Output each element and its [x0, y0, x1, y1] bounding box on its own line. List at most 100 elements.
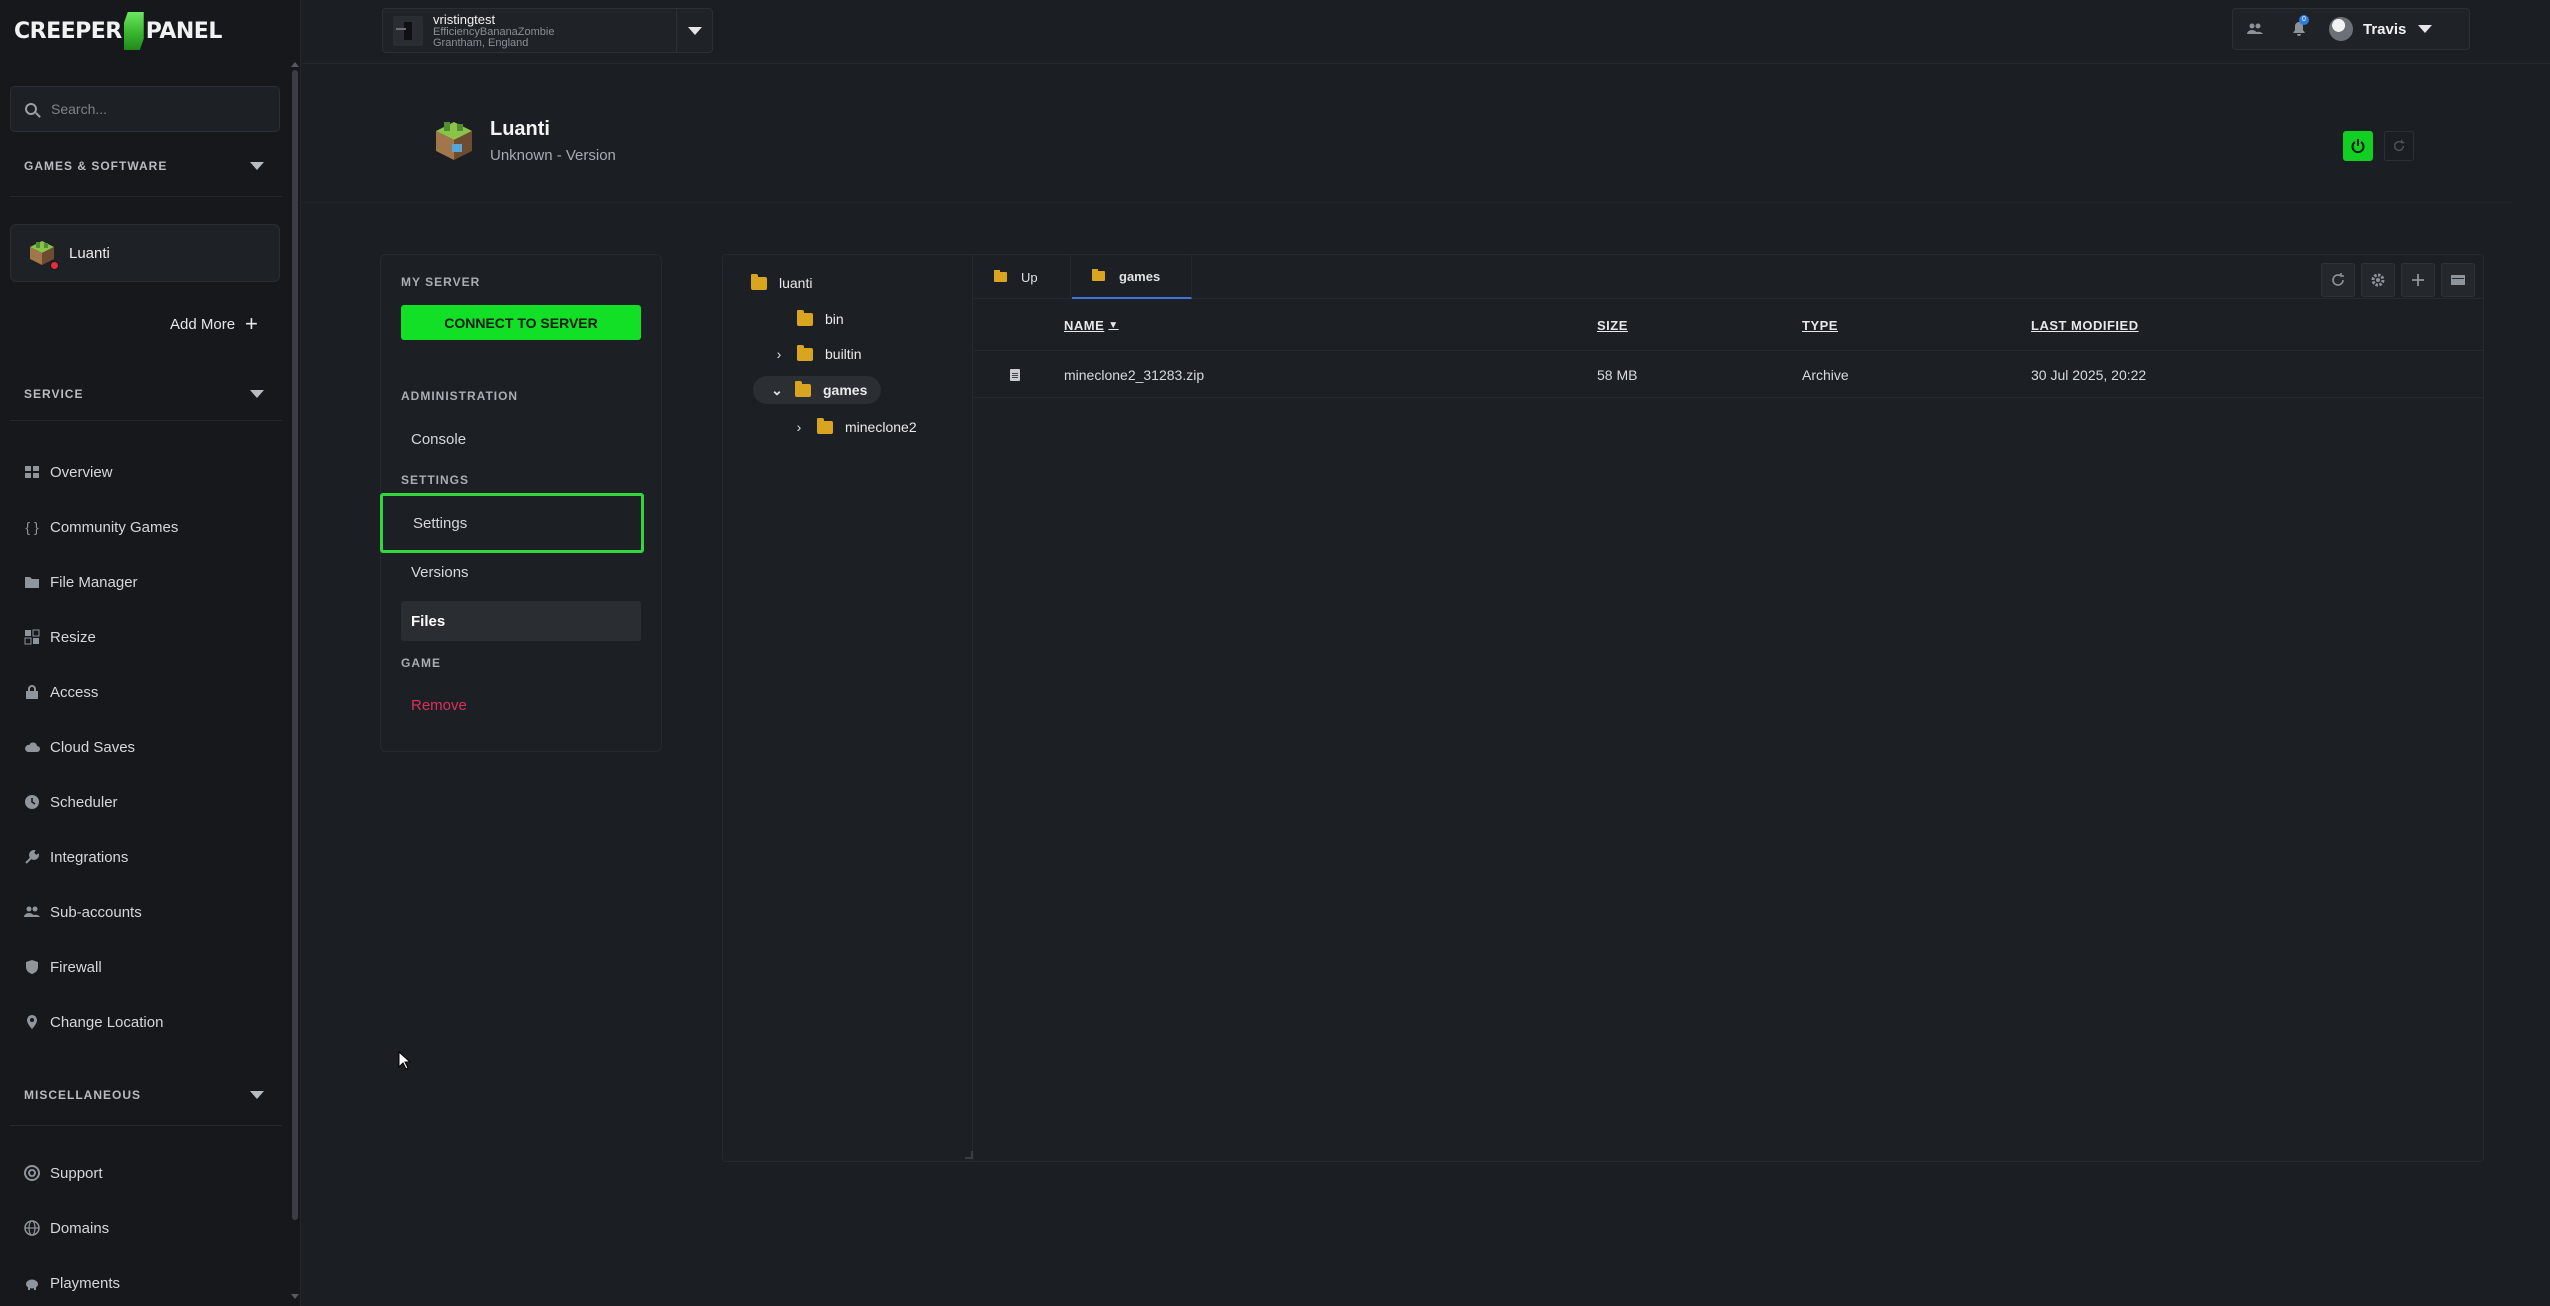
tab-games[interactable]: games: [1072, 255, 1192, 299]
file-icon: [1010, 369, 1020, 381]
menu-remove[interactable]: Remove: [401, 685, 641, 725]
nav-playments[interactable]: Playments: [24, 1268, 274, 1298]
game-item-luanti[interactable]: Luanti: [10, 224, 280, 282]
tab-up[interactable]: Up: [974, 255, 1071, 299]
luanti-game-icon: [432, 118, 476, 164]
chevron-right-icon[interactable]: ›: [773, 346, 785, 362]
upload-button[interactable]: [2441, 263, 2475, 297]
refresh-button[interactable]: [2321, 263, 2355, 297]
folder-tree: luanti bin › builtin ⌄ games › mineclone…: [723, 255, 973, 1161]
tree-node-games[interactable]: ⌄ games: [753, 376, 882, 404]
miscellaneous-label: MISCELLANEOUS: [24, 1088, 142, 1102]
nav-firewall[interactable]: Firewall: [24, 952, 274, 982]
nav-support[interactable]: Support: [24, 1158, 274, 1188]
tree-node-builtin[interactable]: › builtin: [773, 340, 862, 368]
nav-integrations[interactable]: Integrations: [24, 842, 274, 872]
nav-label: Access: [50, 683, 99, 701]
add-more-button[interactable]: Add More +: [170, 312, 258, 336]
chevron-down-icon: [250, 162, 264, 170]
tree-node-mineclone2[interactable]: › mineclone2: [793, 413, 917, 441]
nav-domains[interactable]: Domains: [24, 1213, 274, 1243]
logo-text-left: CREEPER: [14, 18, 122, 44]
search-box[interactable]: [10, 86, 280, 132]
notifications-button[interactable]: 0: [2277, 9, 2321, 49]
nav-label: Playments: [50, 1274, 121, 1292]
tab-label: Up: [1021, 269, 1038, 285]
plus-icon: +: [245, 311, 258, 336]
nav-label: Scheduler: [50, 793, 118, 811]
pin-icon: [24, 1014, 40, 1030]
divider: [10, 196, 282, 197]
avatar: [2329, 17, 2353, 41]
server-selector[interactable]: vristingtest EfficiencyBananaZombie Gran…: [382, 8, 713, 53]
chevron-down-icon[interactable]: ⌄: [771, 382, 783, 398]
settings-button[interactable]: [2361, 263, 2395, 297]
menu-versions[interactable]: Versions: [401, 552, 641, 592]
nav-label: File Manager: [50, 573, 138, 591]
column-name[interactable]: NAME ▼: [1064, 300, 1119, 350]
column-last-modified[interactable]: LAST MODIFIED: [2031, 300, 2139, 350]
administration-heading: ADMINISTRATION: [401, 389, 519, 403]
column-size[interactable]: SIZE: [1597, 300, 1628, 350]
scroll-down-arrow[interactable]: [291, 1294, 299, 1299]
settings-heading: SETTINGS: [401, 473, 470, 487]
nav-label: Support: [50, 1164, 103, 1182]
power-button[interactable]: [2343, 131, 2373, 161]
friends-button[interactable]: [2233, 9, 2277, 49]
nav-label: Integrations: [50, 848, 129, 866]
divider: [10, 420, 282, 421]
nav-overview[interactable]: Overview: [24, 457, 274, 487]
globe-icon: [24, 1220, 40, 1236]
chevron-down-icon: [2418, 25, 2433, 33]
nav-cloud-saves[interactable]: Cloud Saves: [24, 732, 274, 762]
nav-change-location[interactable]: Change Location: [24, 1007, 274, 1037]
service-header[interactable]: SERVICE: [24, 384, 264, 404]
tree-node-luanti[interactable]: luanti: [751, 269, 812, 297]
server-thumbnail: [393, 15, 423, 46]
menu-files[interactable]: Files: [401, 601, 641, 641]
file-name: mineclone2_31283.zip: [1064, 367, 1205, 383]
miscellaneous-header[interactable]: MISCELLANEOUS: [24, 1085, 264, 1105]
restart-button[interactable]: [2384, 131, 2414, 161]
user-toolbar: 0 Travis: [2232, 8, 2470, 50]
table-row[interactable]: mineclone2_31283.zip 58 MB Archive 30 Ju…: [974, 350, 2483, 398]
sidebar-scrollbar[interactable]: [292, 70, 298, 1220]
nav-file-manager[interactable]: File Manager: [24, 567, 274, 597]
search-icon: [25, 103, 37, 115]
user-menu[interactable]: Travis: [2321, 17, 2469, 41]
games-software-label: GAMES & SOFTWARE: [24, 159, 168, 173]
new-file-button[interactable]: [2401, 263, 2435, 297]
chevron-right-icon[interactable]: ›: [793, 419, 805, 435]
nav-community-games[interactable]: { } Community Games: [24, 512, 274, 542]
menu-console[interactable]: Console: [401, 419, 641, 459]
search-input[interactable]: [51, 101, 251, 117]
folder-icon: [751, 273, 767, 290]
scroll-up-arrow[interactable]: [291, 62, 299, 67]
menu-settings[interactable]: Settings: [380, 493, 644, 553]
folder-open-icon: [795, 380, 811, 397]
resize-handle[interactable]: [965, 1151, 973, 1159]
games-software-header[interactable]: GAMES & SOFTWARE: [24, 156, 264, 176]
chevron-down-icon: [687, 26, 702, 35]
nav-label: Domains: [50, 1219, 110, 1237]
file-manager: luanti bin › builtin ⌄ games › mineclone…: [722, 254, 2484, 1162]
game-heading: GAME: [401, 656, 441, 670]
connect-to-server-button[interactable]: CONNECT TO SERVER: [401, 305, 641, 340]
service-label: SERVICE: [24, 387, 84, 401]
creeperpanel-logo[interactable]: CREEPER PANEL: [14, 10, 222, 52]
tree-node-label: mineclone2: [845, 419, 917, 435]
nav-scheduler[interactable]: Scheduler: [24, 787, 274, 817]
server-dropdown-toggle[interactable]: [676, 9, 712, 52]
tree-node-label: builtin: [825, 346, 862, 362]
nav-resize[interactable]: Resize: [24, 622, 274, 652]
help-icon: [24, 1165, 40, 1181]
cloud-icon: [24, 739, 40, 755]
nav-access[interactable]: Access: [24, 677, 274, 707]
creeper-block-icon: [123, 12, 144, 50]
nav-label: Change Location: [50, 1013, 164, 1031]
nav-sub-accounts[interactable]: Sub-accounts: [24, 897, 274, 927]
tree-node-bin[interactable]: bin: [797, 305, 844, 333]
nav-label: Sub-accounts: [50, 903, 142, 921]
page-title: Luanti: [490, 118, 550, 140]
column-type[interactable]: TYPE: [1802, 300, 1838, 350]
